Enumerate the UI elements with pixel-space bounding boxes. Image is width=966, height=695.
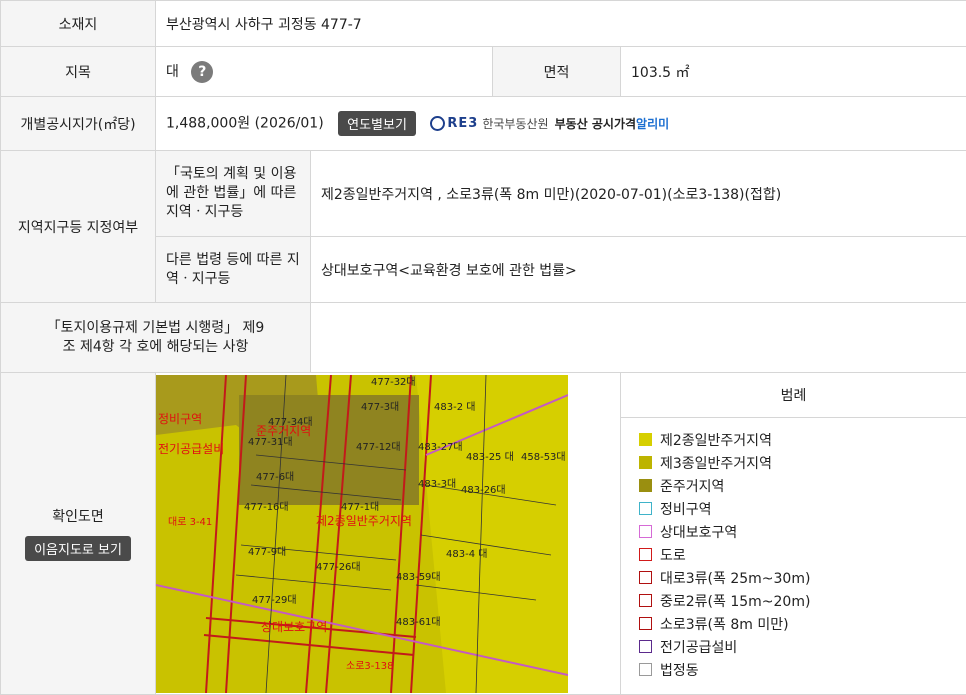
legend-list: 제2종일반주거지역제3종일반주거지역준주거지역정비구역상대보호구역도로대로3류(… [621, 418, 966, 691]
map-label: 확인도면 [11, 506, 145, 526]
legend-swatch-icon [639, 525, 652, 538]
parcel-label: 477-6대 [256, 471, 294, 483]
legend-item: 대로3류(폭 25m~30m) [639, 566, 948, 589]
legend-swatch-icon [639, 571, 652, 584]
parcel-label: 477-32대 [371, 376, 416, 388]
legend-item: 법정동 [639, 658, 948, 681]
location-label: 소재지 [1, 1, 156, 47]
parcel-label: 483-25 대 [466, 451, 514, 463]
legend-item: 상대보호구역 [639, 520, 948, 543]
legend-label: 준주거지역 [660, 476, 724, 496]
enforcement-value [311, 303, 966, 373]
national-law-value: 제2종일반주거지역 , 소로3류(폭 8m 미만)(2020-07-01)(소로… [311, 151, 966, 237]
reb-org-name: 한국부동산원 [482, 115, 548, 132]
parcel-label: 483-3대 [418, 478, 456, 490]
enforcement-label: 「토지이용규제 기본법 시행령」 제9조 제4항 각 호에 해당되는 사항 [1, 303, 311, 373]
area-value: 103.5 ㎡ [621, 47, 966, 97]
map-cell: 477-34대 477-31대 477-3대 477-12대 477-6대 47… [156, 373, 621, 695]
legend-label: 도로 [660, 545, 686, 565]
zoning-map[interactable]: 477-34대 477-31대 477-3대 477-12대 477-6대 47… [156, 375, 568, 693]
legend-swatch-icon [639, 594, 652, 607]
land-info-table: 소재지 부산광역시 사하구 괴정동 477-7 지목 대 ? 면적 103.5 … [0, 0, 966, 695]
parcel-label: 483-2 대 [434, 401, 475, 413]
legend-swatch-icon [639, 617, 652, 630]
reb-service-name: 부동산 공시가격 [555, 115, 636, 132]
parcel-label: 483-4 대 [446, 548, 487, 560]
legend-label: 상대보호구역 [660, 522, 737, 542]
parcel-label: 483-26대 [461, 484, 506, 496]
map-label-cell: 확인도면 이음지도로 보기 [1, 373, 156, 695]
land-category-cell: 대 ? [156, 47, 493, 97]
location-value: 부산광역시 사하구 괴정동 477-7 [156, 1, 966, 47]
help-icon[interactable]: ? [191, 61, 213, 83]
legend-label: 전기공급설비 [660, 637, 737, 657]
parcel-label: 477-26대 [316, 561, 361, 573]
legend-swatch-icon [639, 640, 652, 653]
other-law-label: 다른 법령 등에 따른 지역ㆍ지구등 [156, 237, 311, 303]
national-law-label: 「국토의 계획 및 이용 에 관한 법률」에 따른 지역ㆍ지구등 [156, 151, 311, 237]
reb-alert-link[interactable]: RE3 한국부동산원 부동산 공시가격 알리미 [430, 115, 669, 132]
legend-label: 법정동 [660, 660, 699, 680]
parcel-label: 477-1대 [341, 501, 379, 513]
legend-label: 제3종일반주거지역 [660, 453, 772, 473]
legend-swatch-icon [639, 479, 652, 492]
zone-label: 소로3-138 [346, 660, 393, 672]
zone-label: 제2종일반주거지역 [316, 514, 412, 528]
zoning-label: 지역지구등 지정여부 [1, 151, 156, 303]
legend-panel: 범례 제2종일반주거지역제3종일반주거지역준주거지역정비구역상대보호구역도로대로… [621, 373, 966, 695]
price-label: 개별공시지가(㎡당) [1, 97, 156, 151]
zone-label: 전기공급설비 [158, 442, 224, 456]
legend-swatch-icon [639, 663, 652, 676]
parcel-label: 483-59대 [396, 571, 441, 583]
parcel-label: 483-61대 [396, 616, 441, 628]
legend-swatch-icon [639, 433, 652, 446]
legend-item: 전기공급설비 [639, 635, 948, 658]
parcel-label: 483-27대 [418, 441, 463, 453]
legend-swatch-icon [639, 456, 652, 469]
map-canvas: 477-34대 477-31대 477-3대 477-12대 477-6대 47… [156, 375, 568, 693]
parcel-label: 477-3대 [361, 401, 399, 413]
legend-swatch-icon [639, 548, 652, 561]
legend-label: 중로2류(폭 15m~20m) [660, 591, 810, 611]
legend-label: 제2종일반주거지역 [660, 430, 772, 450]
legend-item: 정비구역 [639, 497, 948, 520]
zone-label: 정비구역 [158, 412, 202, 426]
zone-label: 대로 3-41 [168, 516, 212, 528]
other-law-value: 상대보호구역<교육환경 보호에 관한 법률> [311, 237, 966, 303]
legend-swatch-icon [639, 502, 652, 515]
price-value: 1,488,000원 (2026/01) [166, 116, 324, 132]
legend-item: 중로2류(폭 15m~20m) [639, 589, 948, 612]
legend-item: 제3종일반주거지역 [639, 451, 948, 474]
open-map-button[interactable]: 이음지도로 보기 [25, 536, 131, 561]
parcel-label: 477-12대 [356, 441, 401, 453]
price-cell: 1,488,000원 (2026/01) 연도별보기 RE3 한국부동산원 부동… [156, 97, 966, 151]
yearly-view-button[interactable]: 연도별보기 [338, 111, 416, 136]
legend-item: 도로 [639, 543, 948, 566]
reb-logo-text: RE3 [447, 116, 478, 131]
reb-service-alert: 알리미 [636, 115, 669, 132]
legend-label: 소로3류(폭 8m 미만) [660, 614, 789, 634]
parcel-label: 458-53대 [521, 451, 566, 463]
legend-label: 대로3류(폭 25m~30m) [660, 568, 810, 588]
zone-label: 상대보호구역 [261, 620, 327, 634]
land-category-value: 대 [166, 64, 179, 80]
legend-label: 정비구역 [660, 499, 712, 519]
zone-label: 준주거지역 [256, 424, 311, 438]
reb-logo-icon [430, 116, 445, 131]
parcel-label: 477-9대 [248, 546, 286, 558]
parcel-label: 477-29대 [252, 594, 297, 606]
legend-title: 범례 [621, 373, 966, 418]
legend-item: 제2종일반주거지역 [639, 428, 948, 451]
land-category-label: 지목 [1, 47, 156, 97]
legend-item: 준주거지역 [639, 474, 948, 497]
parcel-label: 477-16대 [244, 501, 289, 513]
area-label: 면적 [493, 47, 621, 97]
legend-item: 소로3류(폭 8m 미만) [639, 612, 948, 635]
